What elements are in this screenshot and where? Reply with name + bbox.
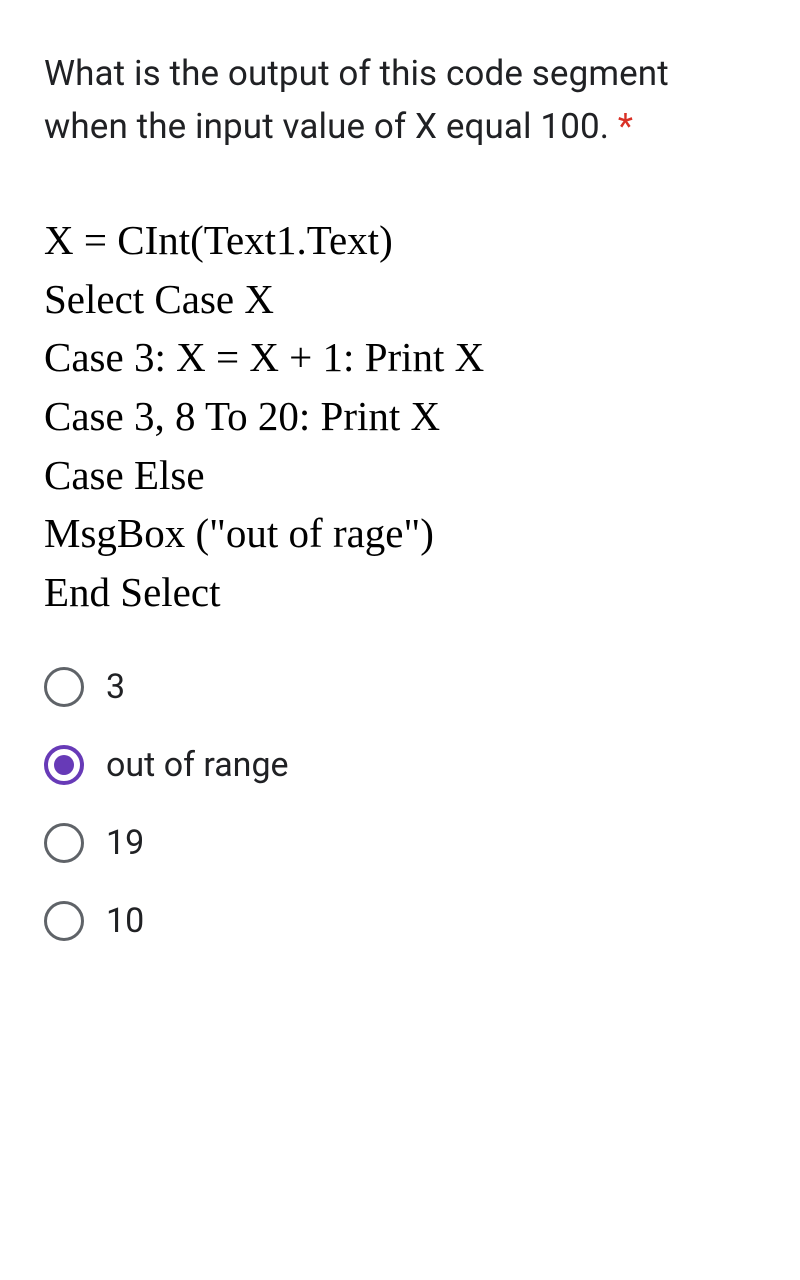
code-line: End Select — [44, 563, 756, 622]
option-label: 3 — [106, 667, 125, 707]
radio-icon — [44, 823, 84, 863]
radio-icon — [44, 901, 84, 941]
radio-icon — [44, 667, 84, 707]
question-text: What is the output of this code segment … — [44, 48, 756, 153]
option-19[interactable]: 19 — [44, 823, 756, 863]
code-line: Case Else — [44, 446, 756, 505]
radio-icon — [44, 745, 84, 785]
code-line: Case 3, 8 To 20: Print X — [44, 387, 756, 446]
option-out-of-range[interactable]: out of range — [44, 745, 756, 785]
option-10[interactable]: 10 — [44, 901, 756, 941]
option-label: out of range — [106, 745, 289, 785]
required-asterisk: * — [618, 106, 633, 147]
option-3[interactable]: 3 — [44, 667, 756, 707]
options-group: 3 out of range 19 10 — [44, 667, 756, 941]
code-line: Select Case X — [44, 270, 756, 329]
code-block: X = CInt(Text1.Text) Select Case X Case … — [44, 211, 756, 621]
option-label: 10 — [106, 901, 144, 941]
question-body: What is the output of this code segment … — [44, 53, 669, 147]
code-line: X = CInt(Text1.Text) — [44, 211, 756, 270]
option-label: 19 — [106, 823, 144, 863]
code-line: MsgBox ("out of rage") — [44, 504, 756, 563]
code-line: Case 3: X = X + 1: Print X — [44, 328, 756, 387]
